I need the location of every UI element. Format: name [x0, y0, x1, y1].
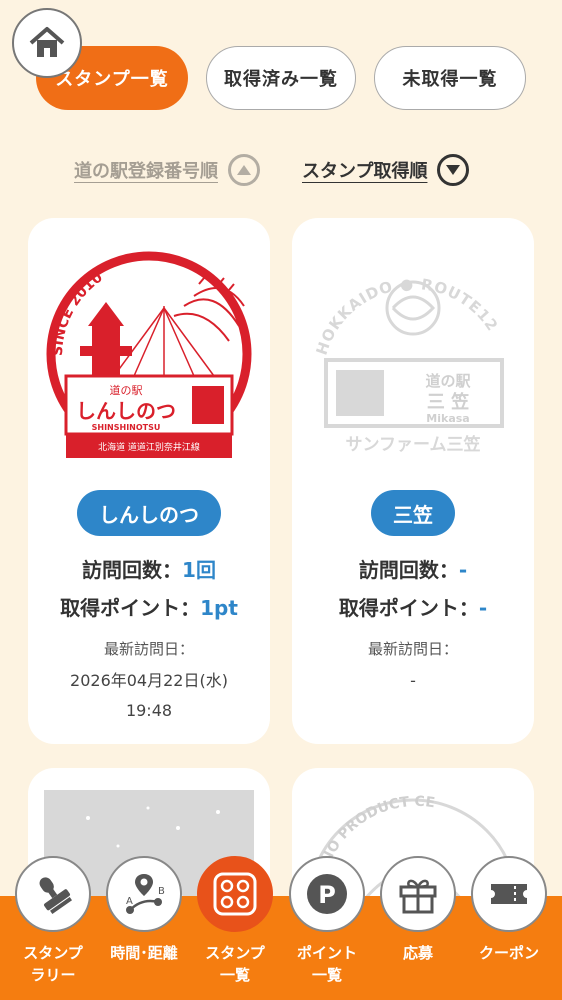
latest-visit-label: 最新訪問日： — [103, 640, 194, 658]
svg-text:B: B — [158, 886, 165, 897]
nav-label: 時間･距離 — [110, 944, 178, 962]
visit-count-label: 訪問回数： — [82, 558, 183, 582]
stamp-main-text: しんしのつ — [76, 399, 176, 423]
nav-label: ポイント 一覧 — [296, 944, 357, 984]
list-tabs: スタンプ一覧 取得済み一覧 未取得一覧 — [36, 46, 526, 110]
latest-visit-value: 2026年04月22日(水) 19:48 — [28, 666, 270, 726]
route-icon: A B — [106, 856, 182, 932]
coupon-icon — [471, 856, 547, 932]
points-label: 取得ポイント： — [338, 596, 479, 620]
nav-stamp-list[interactable]: スタンプ 一覧 — [196, 856, 274, 996]
nav-apply[interactable]: 応募 — [379, 856, 457, 996]
stamp-main-text: 三 笠 — [427, 391, 469, 413]
tab-acquired-list[interactable]: 取得済み一覧 — [206, 46, 356, 110]
station-name-badge: 三笠 — [371, 490, 455, 536]
gift-icon — [380, 856, 456, 932]
sort-by-acquired-order[interactable]: スタンプ取得順 — [302, 150, 470, 190]
stamp-image-shinshinotsu: SINCE 2010 道の駅 しんしのつ SHINSHINOTSU 北海道 道道… — [46, 251, 252, 458]
station-name-badge: しんしのつ — [77, 490, 221, 536]
acquired-points: 取得ポイント：1pt — [28, 592, 270, 621]
latest-visit-label: 最新訪問日： — [367, 640, 458, 658]
points-label: 取得ポイント： — [60, 596, 201, 620]
stamp-address-text: 北海道 道道江別奈井江線 — [98, 441, 200, 453]
nav-label: スタンプ 一覧 — [205, 944, 265, 984]
nav-time-distance[interactable]: A B 時間･距離 — [105, 856, 183, 996]
svg-text:HOKKAIDO ● ROUTE12: HOKKAIDO ● ROUTE12 — [313, 275, 502, 357]
grid-icon — [197, 856, 273, 932]
points-value: - — [478, 596, 488, 620]
nav-coupon[interactable]: クーポン — [470, 856, 548, 996]
chevron-down-icon — [437, 154, 470, 186]
visit-count-value: 1回 — [182, 558, 216, 582]
points-value: 1pt — [200, 596, 238, 620]
stamp-card[interactable]: SINCE 2010 道の駅 しんしのつ SHINSHINOTSU 北海道 道道… — [28, 218, 270, 744]
nav-label: 応募 — [402, 944, 433, 962]
stamp-icon — [15, 856, 91, 932]
visit-count-label: 訪問回数： — [358, 558, 459, 582]
latest-visit-date: - — [410, 671, 416, 690]
stamp-arc-text: HOKKAIDO ● ROUTE12 — [313, 275, 501, 357]
stamp-image-mikasa: HOKKAIDO ● ROUTE12 道の駅 三 笠 Mikasa サンファーム… — [313, 275, 504, 455]
svg-text:P: P — [318, 881, 336, 909]
acquired-points: 取得ポイント：- — [292, 592, 534, 621]
chevron-up-icon — [228, 154, 260, 186]
home-icon — [29, 27, 65, 57]
latest-visit-date: 2026年04月22日(水) — [70, 671, 228, 690]
stamp-bottom-text: サンファーム三笠 — [346, 434, 481, 455]
latest-visit-value: - — [292, 666, 534, 696]
nav-stamp-rally[interactable]: スタンプ ラリー — [14, 856, 92, 996]
stamp-roman-text: SHINSHINOTSU — [92, 423, 161, 432]
nav-point-list[interactable]: P ポイント 一覧 — [288, 856, 366, 996]
sort-label: 道の駅登録番号順 — [74, 161, 218, 182]
tab-unacquired-list[interactable]: 未取得一覧 — [374, 46, 526, 110]
nav-label: クーポン — [478, 944, 539, 962]
stamp-top-text: 道の駅 — [110, 383, 143, 397]
visit-count: 訪問回数：- — [292, 554, 534, 583]
stamp-roman-text: Mikasa — [426, 412, 469, 425]
sort-options: 道の駅登録番号順 スタンプ取得順 — [0, 150, 562, 190]
sort-by-registration-number[interactable]: 道の駅登録番号順 — [74, 150, 260, 190]
points-icon: P — [289, 856, 365, 932]
stamp-card[interactable]: HOKKAIDO ● ROUTE12 道の駅 三 笠 Mikasa サンファーム… — [292, 218, 534, 744]
nav-label: スタンプ ラリー — [23, 944, 83, 984]
stamp-top-text: 道の駅 — [425, 372, 471, 390]
home-button[interactable] — [12, 8, 82, 78]
visit-count: 訪問回数：1回 — [28, 554, 270, 583]
latest-visit-time: 19:48 — [125, 701, 173, 720]
svg-text:A: A — [126, 896, 133, 907]
sort-label: スタンプ取得順 — [302, 161, 428, 182]
visit-count-value: - — [458, 558, 468, 582]
